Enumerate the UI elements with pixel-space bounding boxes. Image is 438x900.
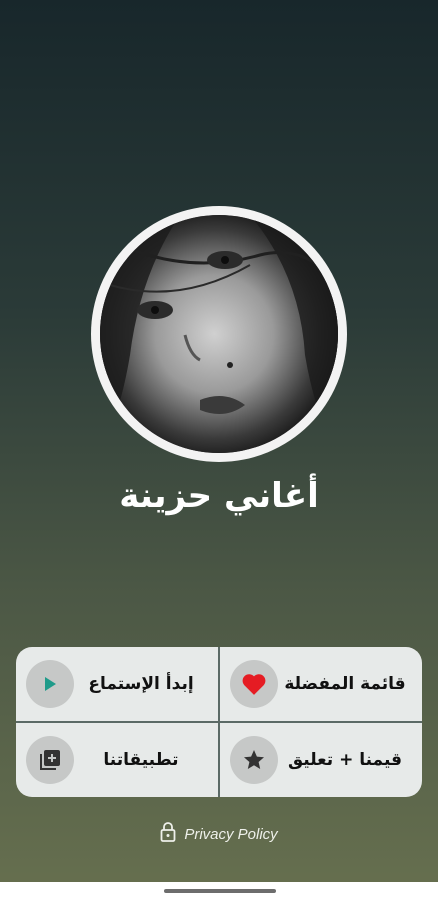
star-icon — [230, 736, 278, 784]
heart-icon — [230, 660, 278, 708]
rate-comment-label: قيمنا + تعليق — [287, 750, 403, 770]
app-avatar-image — [100, 215, 338, 453]
portrait-illustration — [100, 215, 338, 453]
privacy-policy-label: Privacy Policy — [184, 825, 278, 843]
start-listening-button[interactable]: إبدأ الإستماع — [16, 647, 218, 721]
app-title: أغاني حزينة — [119, 476, 319, 516]
start-listening-label: إبدأ الإستماع — [88, 674, 194, 694]
home-gesture-handle[interactable] — [164, 889, 276, 893]
favorites-button[interactable]: قائمة المفضلة — [220, 647, 422, 721]
lock-icon — [160, 822, 176, 846]
favorites-label: قائمة المفضلة — [284, 674, 406, 694]
privacy-policy-link[interactable]: Privacy Policy — [0, 822, 438, 846]
main-menu: قائمة المفضلة إبدأ الإستماع قيمنا + تعلي… — [16, 647, 422, 797]
play-icon — [26, 660, 74, 708]
library-add-icon — [26, 736, 74, 784]
our-apps-button[interactable]: تطبيقاتنا — [16, 723, 218, 797]
menu-divider-horizontal — [16, 721, 422, 723]
rate-comment-button[interactable]: قيمنا + تعليق — [220, 723, 422, 797]
our-apps-label: تطبيقاتنا — [103, 750, 179, 770]
system-navigation-bar — [0, 882, 438, 900]
